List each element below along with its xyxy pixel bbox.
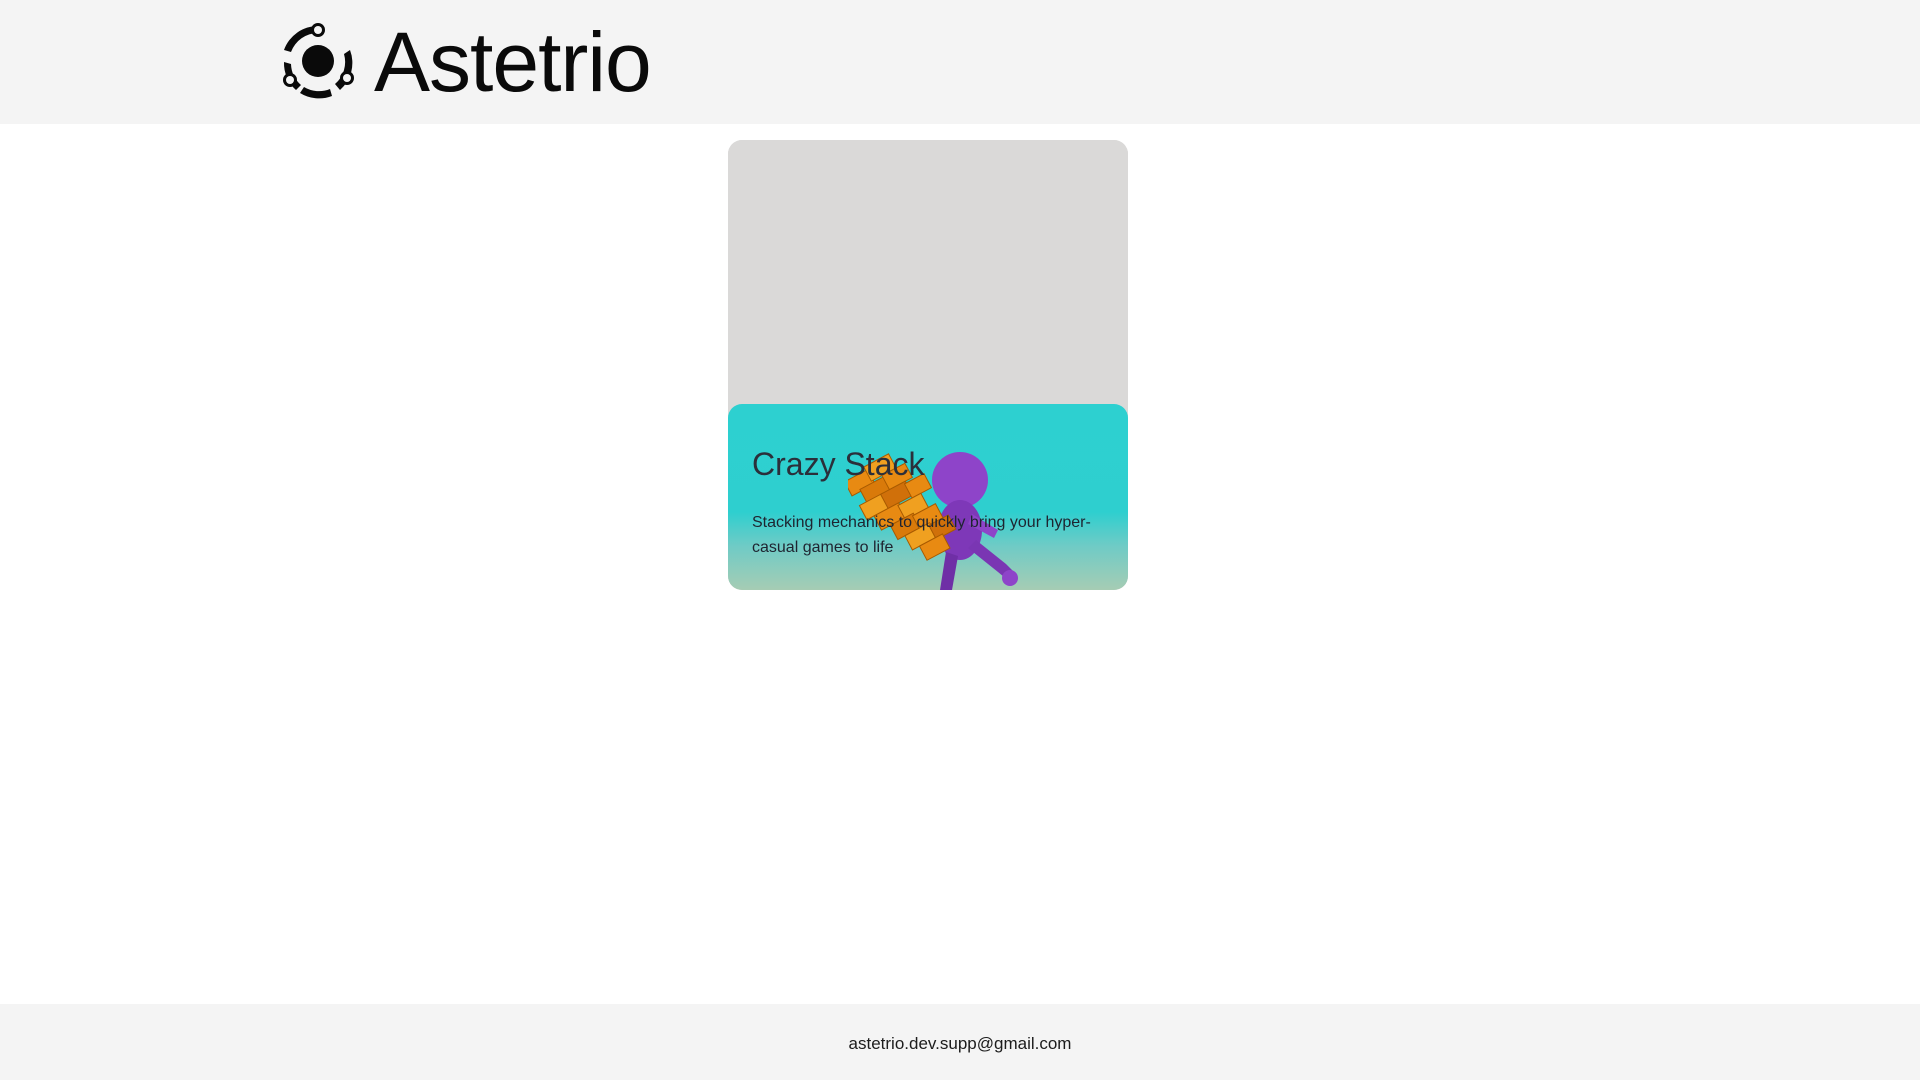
brand-link[interactable]: Astetrio bbox=[278, 15, 652, 109]
card-title: Crazy Stack bbox=[752, 446, 925, 482]
site-header: Astetrio bbox=[0, 0, 1920, 124]
footer-email-link[interactable]: astetrio.dev.supp@gmail.com bbox=[0, 1032, 1920, 1056]
card-info-panel: Crazy Stack Stacking mechanics to quickl… bbox=[728, 404, 1128, 590]
astetrio-logo-icon bbox=[283, 23, 354, 99]
game-card-crazy-stack[interactable]: Crazy Stack Stacking mechanics to quickl… bbox=[728, 140, 1128, 590]
site-footer: astetrio.dev.supp@gmail.com bbox=[0, 1004, 1920, 1080]
card-description: Stacking mechanics to quickly bring your… bbox=[752, 514, 1091, 556]
brand-name: Astetrio bbox=[374, 15, 652, 109]
